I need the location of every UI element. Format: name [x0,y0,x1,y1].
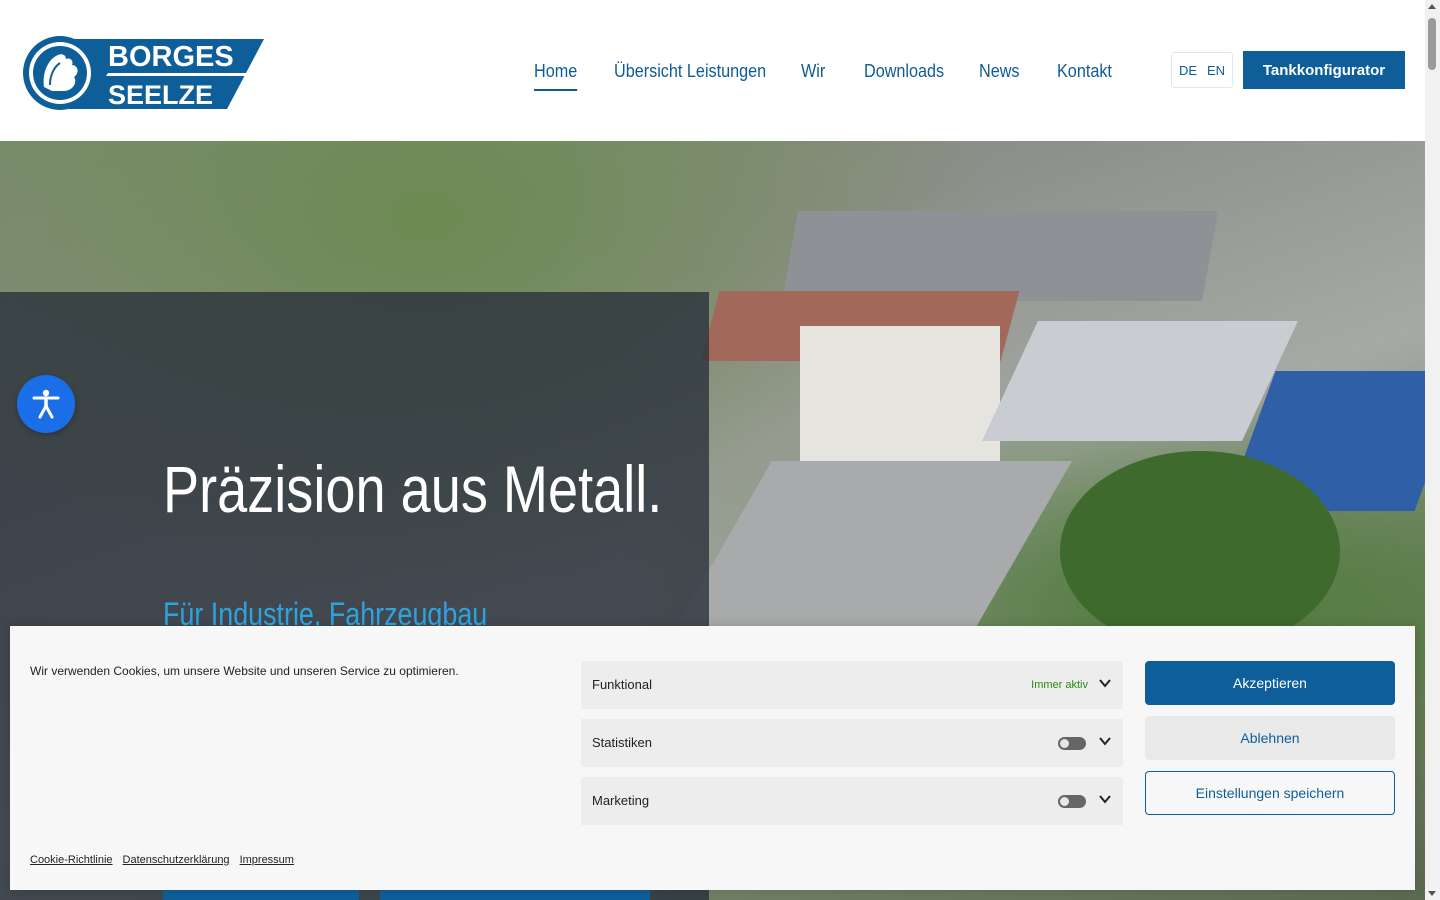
nav-item-wir[interactable]: Wir [801,55,825,91]
toggle-knob [1060,739,1069,748]
lang-en[interactable]: EN [1207,63,1225,78]
imprint-link[interactable]: Impressum [240,854,294,866]
scroll-up-arrow-icon[interactable] [1428,4,1436,9]
cookie-policy-link[interactable]: Cookie-Richtlinie [30,854,113,866]
svg-text:SEELZE: SEELZE [108,80,213,110]
hero-image-flat-roof [668,461,1072,641]
nav-item-kontakt[interactable]: Kontakt [1057,55,1112,91]
tankkonfigurator-button[interactable]: Tankkonfigurator [1243,51,1405,89]
accept-button[interactable]: Akzeptieren [1145,661,1395,705]
lang-de[interactable]: DE [1179,63,1197,78]
hero-image-hall [982,321,1298,441]
cookie-message: Wir verwenden Cookies, um unsere Website… [30,664,459,678]
cookie-banner: Wir verwenden Cookies, um unsere Website… [10,626,1415,890]
hero-title: Präzision aus Metall. [163,452,663,526]
deny-button[interactable]: Ablehnen [1145,716,1395,760]
cookie-links: Cookie-Richtlinie Datenschutzerklärung I… [30,854,294,866]
privacy-link[interactable]: Datenschutzerklärung [123,854,230,866]
nav-item-downloads[interactable]: Downloads [864,55,944,91]
borges-seelze-logo[interactable]: BORGES SEELZE [22,35,264,111]
cookie-category-label: Statistiken [592,735,652,750]
scroll-thumb[interactable] [1428,18,1436,70]
accessibility-button[interactable] [17,375,75,433]
svg-text:BORGES: BORGES [108,41,234,73]
scroll-down-arrow-icon[interactable] [1428,891,1436,896]
nav-item-news[interactable]: News [979,55,1020,91]
chevron-down-icon[interactable] [1099,735,1111,747]
hero-image-tree [1060,451,1340,651]
hero-image-building [782,211,1218,301]
statistiken-toggle[interactable] [1058,737,1086,750]
always-active-label: Immer aktiv [1031,679,1088,691]
cookie-category-marketing[interactable]: Marketing [581,777,1123,825]
nav-item-home[interactable]: Home [534,55,578,91]
save-settings-button[interactable]: Einstellungen speichern [1145,771,1395,815]
language-switcher: DE EN [1171,52,1233,88]
accessibility-icon [32,389,60,419]
nav-item-leistungen[interactable]: Übersicht Leistungen [614,55,766,91]
marketing-toggle[interactable] [1058,795,1086,808]
cookie-category-label: Marketing [592,793,650,808]
cookie-category-label: Funktional [592,677,652,692]
hero-image-house [800,326,1000,466]
cookie-category-funktional[interactable]: Funktional Immer aktiv [581,661,1123,709]
toggle-knob [1060,797,1069,806]
cookie-category-statistiken[interactable]: Statistiken [581,719,1123,767]
page-scrollbar[interactable] [1425,0,1440,900]
site-header: BORGES SEELZE Home Übersicht Leistungen … [0,0,1425,141]
chevron-down-icon[interactable] [1099,677,1111,689]
chevron-down-icon[interactable] [1099,793,1111,805]
